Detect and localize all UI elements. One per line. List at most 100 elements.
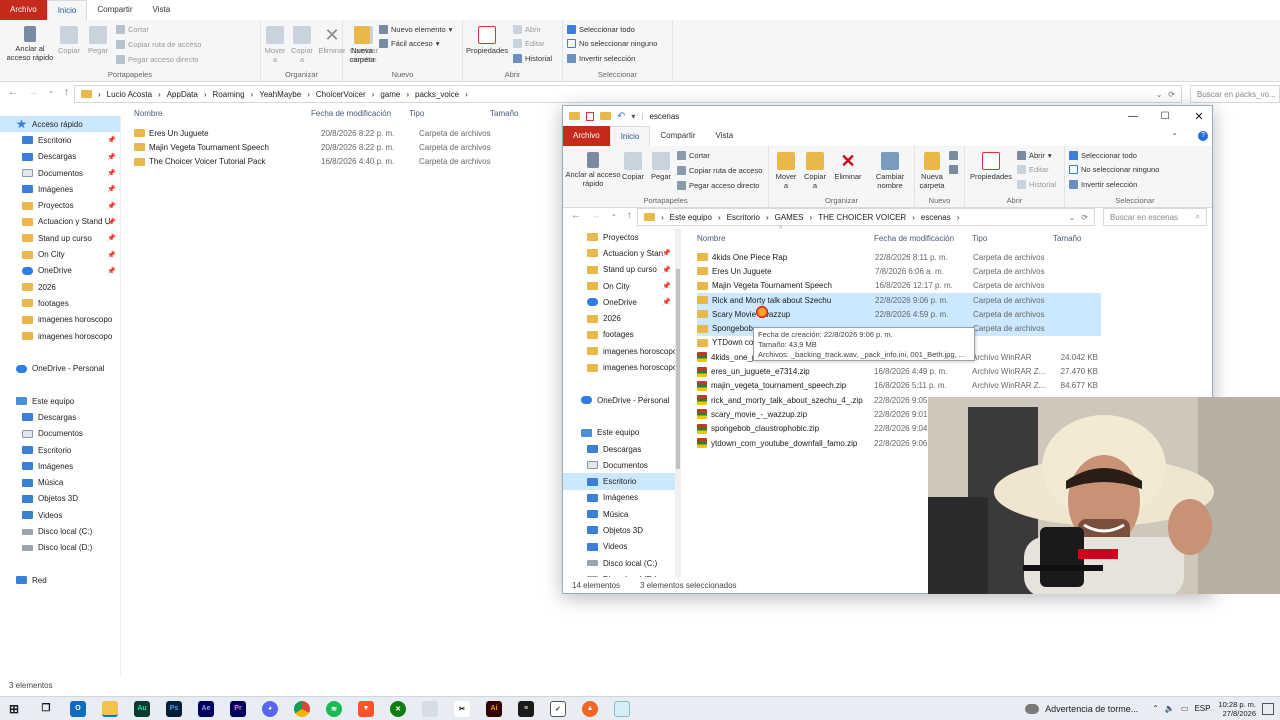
chrome-icon[interactable]: [294, 700, 310, 717]
bg-paste-button[interactable]: Pegar: [86, 26, 110, 55]
photoshop-icon[interactable]: Ps: [166, 700, 182, 717]
sidebar-item[interactable]: Documentos 📌: [0, 165, 120, 181]
bg-select-none-button[interactable]: No seleccionar ninguno: [567, 39, 657, 48]
sidebar-item[interactable]: Stand up curso 📌: [0, 230, 120, 246]
windows-icon[interactable]: ⊞: [6, 701, 22, 717]
illustrator-icon[interactable]: Ai: [486, 700, 502, 717]
bg-tab-archivo[interactable]: Archivo: [0, 0, 47, 20]
refresh-icon[interactable]: ⟳: [1081, 213, 1088, 222]
fg-paste-button[interactable]: Pegar: [649, 152, 673, 181]
sidebar-item[interactable]: Escritorio: [0, 442, 120, 458]
bg-paste-shortcut-button[interactable]: Pegar acceso directo: [116, 55, 198, 64]
list-item[interactable]: eres_un_juguete_e7314.zip 16/8/2026 4:49 …: [697, 364, 1101, 378]
new-folder-qa-icon[interactable]: [600, 112, 611, 120]
bg-new-item-button[interactable]: Nuevo elemento ▾: [379, 25, 452, 34]
breadcrumb[interactable]: game: [380, 90, 400, 99]
bg-invert-button[interactable]: Invertir selección: [567, 54, 635, 63]
fg-move-button[interactable]: Mover a: [773, 152, 799, 190]
sidebar-item[interactable]: Imágenes 📌: [0, 181, 120, 197]
audition-icon[interactable]: Au: [134, 700, 150, 717]
language-indicator[interactable]: ESP: [1194, 704, 1210, 713]
sidebar-item[interactable]: OneDrive - Personal: [0, 360, 120, 376]
sidebar-item[interactable]: Disco local (D:): [563, 571, 675, 577]
sidebar-item[interactable]: Videos: [0, 507, 120, 523]
bg-cut-button[interactable]: Cortar: [116, 25, 149, 34]
list-item[interactable]: Majin Vegeta Tournament Speech 20/8/2026 …: [134, 140, 564, 154]
address-dropdown-icon[interactable]: ⌄: [1069, 213, 1076, 222]
fg-paste-shortcut-button[interactable]: Pegar acceso directo: [677, 181, 759, 190]
sidebar-item[interactable]: Este equipo: [563, 425, 675, 441]
up-arrow-icon[interactable]: ↑: [64, 87, 69, 98]
spotify-icon[interactable]: ≋: [326, 700, 342, 717]
fg-copyto-button[interactable]: Copiar a: [801, 152, 829, 190]
task-view-icon[interactable]: ❐: [38, 701, 54, 717]
column-header-type[interactable]: Tipo: [972, 234, 987, 243]
sidebar-item[interactable]: footages: [563, 327, 675, 343]
fg-search-input[interactable]: Buscar en escenas ⌕: [1103, 208, 1207, 226]
bg-copyto-button[interactable]: Copiar a: [289, 26, 315, 64]
sidebar-item[interactable]: Escritorio: [563, 473, 675, 490]
sidebar-item[interactable]: Objetos 3D: [0, 491, 120, 507]
notification-text[interactable]: Advertencia de torme...: [1045, 704, 1138, 714]
fg-open-button[interactable]: Abrir ▾: [1017, 151, 1052, 160]
bg-pin-button[interactable]: Anclar al acceso rápido: [4, 26, 56, 62]
clock[interactable]: 10:28 p. m. 27/8/2026: [1218, 700, 1256, 718]
properties-qa-icon[interactable]: [586, 111, 594, 121]
fg-invert-button[interactable]: Invertir selección: [1069, 180, 1137, 189]
notification-center-icon[interactable]: [1262, 702, 1274, 715]
breadcrumb[interactable]: THE CHOICER VOICER: [818, 213, 906, 222]
fg-new-item-button[interactable]: [949, 151, 958, 160]
bg-open-button[interactable]: Abrir: [513, 25, 541, 34]
maximize-icon[interactable]: ☐: [1152, 111, 1178, 122]
sidebar-item[interactable]: Disco local (C:): [0, 523, 120, 539]
fg-rename-button[interactable]: Cambiar nombre: [869, 152, 911, 190]
sidebar-item[interactable]: Actuacion y Stand U 📌: [0, 214, 120, 230]
list-item[interactable]: Eres Un Juguete 7/8/2026 6:06 a. m. Carpet…: [697, 264, 1101, 278]
sidebar-item[interactable]: Imágenes: [0, 458, 120, 474]
bg-select-all-button[interactable]: Seleccionar todo: [567, 25, 635, 34]
chevron-down-icon[interactable]: ⌄: [48, 87, 54, 98]
sidebar-item[interactable]: Este equipo: [0, 393, 120, 409]
chevron-down-icon[interactable]: ⌄: [611, 210, 617, 221]
fg-properties-button[interactable]: Propiedades: [967, 152, 1015, 181]
sidebar-item[interactable]: imagenes horoscopo: [0, 328, 120, 344]
sidebar-item[interactable]: Documentos: [0, 426, 120, 442]
bg-move-button[interactable]: Mover a: [263, 26, 287, 64]
fg-delete-button[interactable]: ✕ Eliminar: [831, 152, 865, 181]
brave-icon[interactable]: ▼: [358, 700, 374, 717]
help-icon[interactable]: ?: [1198, 131, 1208, 141]
column-header-name[interactable]: Nombre: [134, 109, 162, 118]
sidebar-item[interactable]: Descargas: [563, 441, 675, 457]
sidebar-item[interactable]: 2026: [0, 279, 120, 295]
sidebar-item[interactable]: Imágenes: [563, 490, 675, 506]
sidebar-item[interactable]: Proyectos 📌: [0, 197, 120, 213]
sidebar-item[interactable]: Actuacion y Stan 📌: [563, 245, 675, 261]
sidebar-item[interactable]: 2026: [563, 310, 675, 326]
breadcrumb[interactable]: GAMES: [775, 213, 804, 222]
bg-tab-inicio[interactable]: Inicio: [46, 0, 88, 20]
fg-pin-button[interactable]: Anclar al acceso rápido: [565, 152, 621, 188]
customize-qa-icon[interactable]: ▾: [631, 112, 635, 121]
sidebar-item[interactable]: Disco local (C:): [563, 555, 675, 571]
minimize-icon[interactable]: —: [1120, 111, 1146, 122]
fg-select-none-button[interactable]: No seleccionar ninguno: [1069, 165, 1159, 174]
app-icon-2[interactable]: ≡: [518, 700, 534, 717]
discord-icon[interactable]: ◕: [262, 700, 278, 717]
ribbon-collapse-icon[interactable]: ⌃: [1171, 132, 1178, 141]
breadcrumb[interactable]: YeahMaybe: [259, 90, 301, 99]
list-item[interactable]: Eres Un Juguete 20/8/2026 8:22 p. m. Carpe…: [134, 126, 564, 140]
column-header-name[interactable]: Nombre: [697, 234, 725, 243]
sidebar-item[interactable]: OneDrive 📌: [0, 263, 120, 279]
undo-icon[interactable]: ↶: [617, 111, 625, 122]
bg-properties-button[interactable]: Propiedades: [465, 26, 509, 55]
refresh-icon[interactable]: ⟳: [1168, 90, 1175, 99]
network-icon[interactable]: ▭: [1181, 704, 1189, 713]
list-item[interactable]: Majin Vegeta Tournament Speech 16/8/2026 …: [697, 279, 1101, 293]
sidebar-item[interactable]: imagenes horoscopo: [563, 359, 675, 375]
list-item[interactable]: majin_vegeta_tournament_speech.zip 16/8/2…: [697, 379, 1101, 393]
bg-tab-vista[interactable]: Vista: [143, 0, 181, 20]
sidebar-item[interactable]: Videos: [563, 539, 675, 555]
bg-tab-compartir[interactable]: Compartir: [87, 0, 142, 20]
sidebar-item[interactable]: Acceso rápido: [0, 116, 120, 133]
back-arrow-icon[interactable]: ←: [8, 87, 18, 98]
